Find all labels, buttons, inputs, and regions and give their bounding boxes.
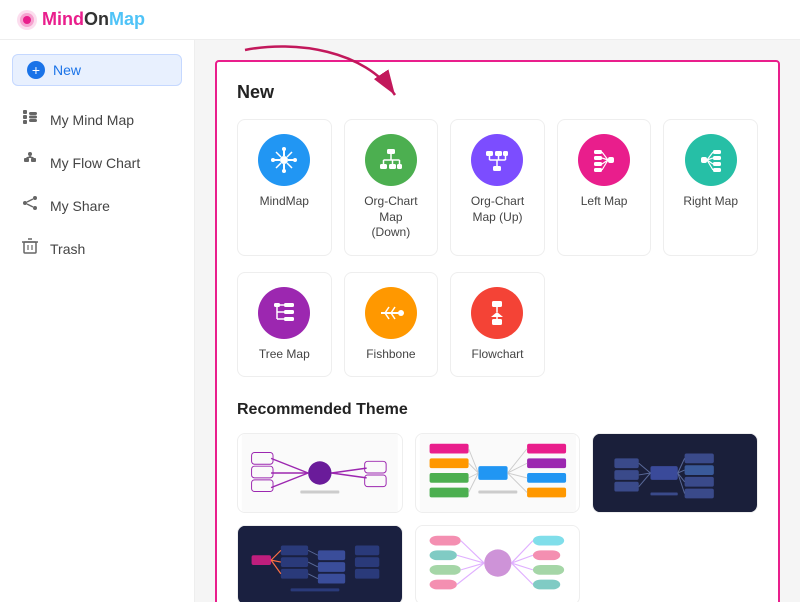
map-type-fishbone[interactable]: Fishbone — [344, 272, 439, 378]
map-grid-empty-1 — [557, 272, 652, 378]
mindmap-label: MindMap — [260, 194, 309, 210]
map-type-right-map[interactable]: Right Map — [663, 119, 758, 256]
sidebar-item-trash[interactable]: Trash — [0, 227, 194, 270]
treemap-icon-bg — [258, 287, 310, 339]
sidebar-item-label: My Mind Map — [50, 112, 134, 128]
main-content: New — [215, 60, 780, 602]
orgup-icon-bg — [471, 134, 523, 186]
sidebar-item-label: My Share — [50, 198, 110, 214]
recommended-theme-title: Recommended Theme — [237, 401, 758, 419]
map-type-org-up[interactable]: Org-Chart Map (Up) — [450, 119, 545, 256]
new-section-title: New — [237, 82, 758, 103]
mind-map-icon — [20, 108, 40, 131]
sidebar-item-my-flow-chart[interactable]: My Flow Chart — [0, 141, 194, 184]
map-grid-empty-2 — [663, 272, 758, 378]
theme-grid-row2 — [237, 525, 758, 602]
flowchart-label: Flowchart — [471, 347, 523, 363]
sidebar-item-my-share[interactable]: My Share — [0, 184, 194, 227]
theme-item-2[interactable] — [415, 433, 581, 513]
new-button-label: New — [53, 62, 81, 78]
orgdown-icon-bg — [365, 134, 417, 186]
theme-item-1[interactable] — [237, 433, 403, 513]
treemap-label: Tree Map — [259, 347, 310, 363]
app-header: MindOnMap — [0, 0, 800, 40]
sidebar-item-label: Trash — [50, 241, 85, 257]
logo-icon — [16, 9, 38, 31]
fishbone-label: Fishbone — [366, 347, 415, 363]
sidebar-item-label: My Flow Chart — [50, 155, 140, 171]
plus-icon: + — [27, 61, 45, 79]
sidebar-item-my-mind-map[interactable]: My Mind Map — [0, 98, 194, 141]
flowchart-icon-bg — [471, 287, 523, 339]
theme-grid-empty — [592, 525, 758, 602]
fishbone-icon-bg — [365, 287, 417, 339]
sidebar: + New My Mind Map My Flow Chart My S — [0, 40, 195, 602]
trash-icon — [20, 237, 40, 260]
leftmap-label: Left Map — [581, 194, 628, 210]
mindmap-icon-bg — [258, 134, 310, 186]
map-type-grid-row2: Tree Map — [237, 272, 758, 378]
rightmap-label: Right Map — [683, 194, 738, 210]
map-type-mindmap[interactable]: MindMap — [237, 119, 332, 256]
share-icon — [20, 194, 40, 217]
map-type-left-map[interactable]: Left Map — [557, 119, 652, 256]
app-logo: MindOnMap — [16, 9, 145, 31]
map-type-org-down[interactable]: Org-Chart Map(Down) — [344, 119, 439, 256]
logo-text: MindOnMap — [42, 9, 145, 30]
leftmap-icon-bg — [578, 134, 630, 186]
theme-item-4[interactable] — [237, 525, 403, 602]
theme-item-5[interactable] — [415, 525, 581, 602]
map-type-flowchart[interactable]: Flowchart — [450, 272, 545, 378]
orgdown-label: Org-Chart Map(Down) — [355, 194, 428, 241]
rightmap-icon-bg — [685, 134, 737, 186]
map-type-tree-map[interactable]: Tree Map — [237, 272, 332, 378]
theme-grid-row1 — [237, 433, 758, 513]
orgup-label: Org-Chart Map (Up) — [461, 194, 534, 225]
new-button[interactable]: + New — [12, 54, 182, 86]
map-type-grid-row1: MindMap — [237, 119, 758, 256]
theme-item-3[interactable] — [592, 433, 758, 513]
flow-chart-icon — [20, 151, 40, 174]
